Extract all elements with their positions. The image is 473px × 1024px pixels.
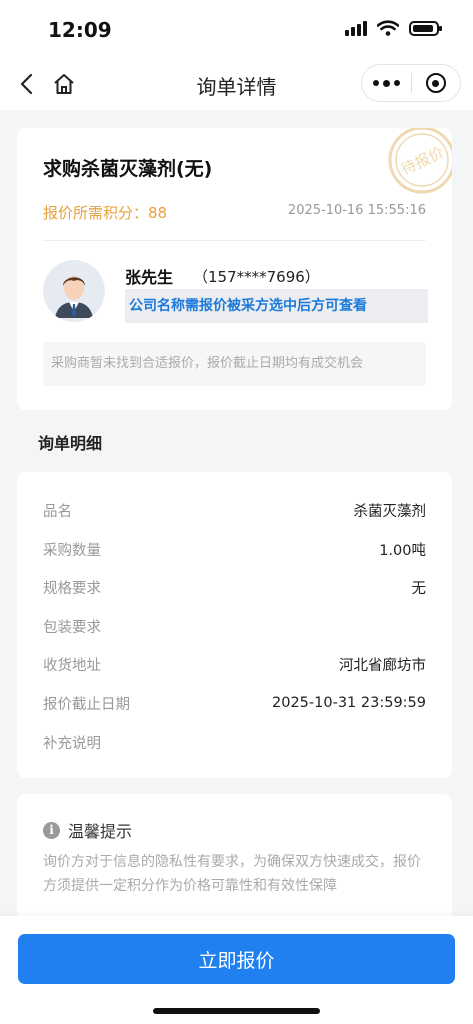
mini-program-capsule xyxy=(361,64,461,102)
quote-tip: 采购商暂未找到合适报价，报价截止日期均有成交机会 xyxy=(43,342,426,386)
inquiry-details-card: 品名 杀菌灭藻剂 采购数量 1.00吨 规格要求 无 包装要求 收货地址 河北省… xyxy=(17,472,452,778)
detail-label: 包装要求 xyxy=(43,619,101,636)
company-hidden-note: 公司名称需报价被采方选中后方可查看 xyxy=(125,289,428,323)
detail-row: 包装要求 xyxy=(43,614,426,638)
points-value: 88 xyxy=(148,204,168,222)
detail-label: 采购数量 xyxy=(43,542,101,559)
target-close-icon xyxy=(425,73,446,93)
status-icons xyxy=(345,20,442,36)
notice-text: 询价方对于信息的隐私性有要求，为确保双方快速成交，报价方须提供一定积分作为价格可… xyxy=(43,854,421,894)
battery-icon xyxy=(409,20,442,36)
section-title: 询单明细 xyxy=(38,434,103,453)
detail-value: 1.00吨 xyxy=(379,542,426,559)
notice-card: i 温馨提示 询价方对于信息的隐私性有要求，为确保双方快速成交，报价方须提供一定… xyxy=(17,794,452,934)
detail-row: 采购数量 1.00吨 xyxy=(43,537,426,561)
quote-now-button[interactable]: 立即报价 xyxy=(18,934,455,984)
detail-label: 收货地址 xyxy=(43,657,101,674)
signal-icon xyxy=(345,20,367,36)
home-indicator xyxy=(153,1008,320,1014)
detail-value: 无 xyxy=(411,580,427,597)
bottom-action-bar: 立即报价 xyxy=(0,916,473,1024)
required-points: 报价所需积分：88 xyxy=(43,202,167,223)
buyer-phone: （157****7696） xyxy=(193,268,320,286)
info-icon: i xyxy=(43,821,60,839)
points-label: 报价所需积分： xyxy=(43,204,149,222)
detail-label: 补充说明 xyxy=(43,735,101,752)
pending-quote-stamp: 待报价 xyxy=(388,128,452,194)
detail-label: 报价截止日期 xyxy=(43,696,130,713)
status-bar: 12:09 xyxy=(0,0,473,58)
svg-text:待报价: 待报价 xyxy=(398,143,446,178)
wifi-icon xyxy=(377,20,399,36)
detail-row: 报价截止日期 2025-10-31 23:59:59 xyxy=(43,691,426,715)
avatar xyxy=(43,260,105,322)
inquiry-card: 待报价 求购杀菌灭藻剂(无) 报价所需积分：88 2025-10-16 15:5… xyxy=(17,128,452,410)
divider xyxy=(43,240,426,241)
detail-row: 补充说明 xyxy=(43,730,426,754)
more-dots-icon[interactable] xyxy=(362,65,411,101)
detail-value: 杀菌灭藻剂 xyxy=(353,503,427,520)
detail-row: 规格要求 无 xyxy=(43,575,426,599)
notice-title: 温馨提示 xyxy=(68,822,133,841)
nav-bar: 询单详情 xyxy=(0,58,473,110)
product-title: 求购杀菌灭藻剂(无) xyxy=(43,158,213,180)
detail-value: 河北省廊坊市 xyxy=(339,657,426,674)
inquiry-date: 2025-10-16 15:55:16 xyxy=(287,203,426,218)
detail-value: 2025-10-31 23:59:59 xyxy=(272,695,426,711)
detail-label: 规格要求 xyxy=(43,580,101,597)
close-button[interactable] xyxy=(412,65,460,101)
detail-row: 品名 杀菌灭藻剂 xyxy=(43,498,426,522)
buyer-name: 张先生 xyxy=(125,268,174,287)
detail-row: 收货地址 河北省廊坊市 xyxy=(43,652,426,676)
detail-label: 品名 xyxy=(43,503,72,520)
notice-header: i 温馨提示 xyxy=(43,818,132,842)
status-time: 12:09 xyxy=(48,18,112,42)
